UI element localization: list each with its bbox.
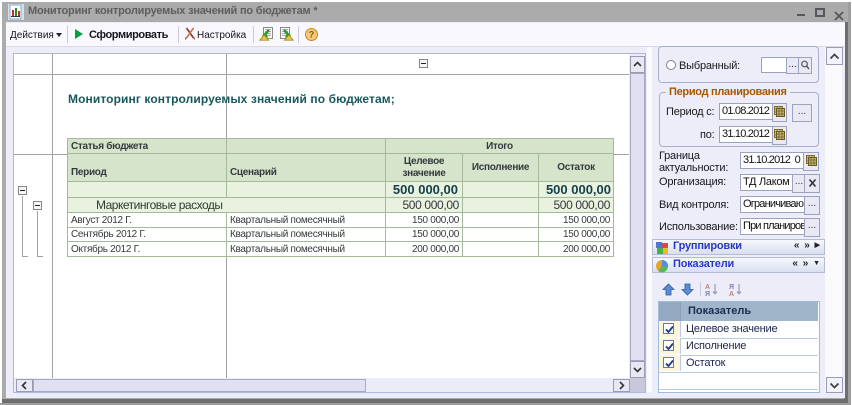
svg-text:А: А <box>729 291 734 297</box>
svg-text:А: А <box>705 284 710 291</box>
svg-text:?: ? <box>309 30 315 40</box>
svg-text:Я: Я <box>705 291 710 297</box>
svg-text:Я: Я <box>729 284 734 291</box>
